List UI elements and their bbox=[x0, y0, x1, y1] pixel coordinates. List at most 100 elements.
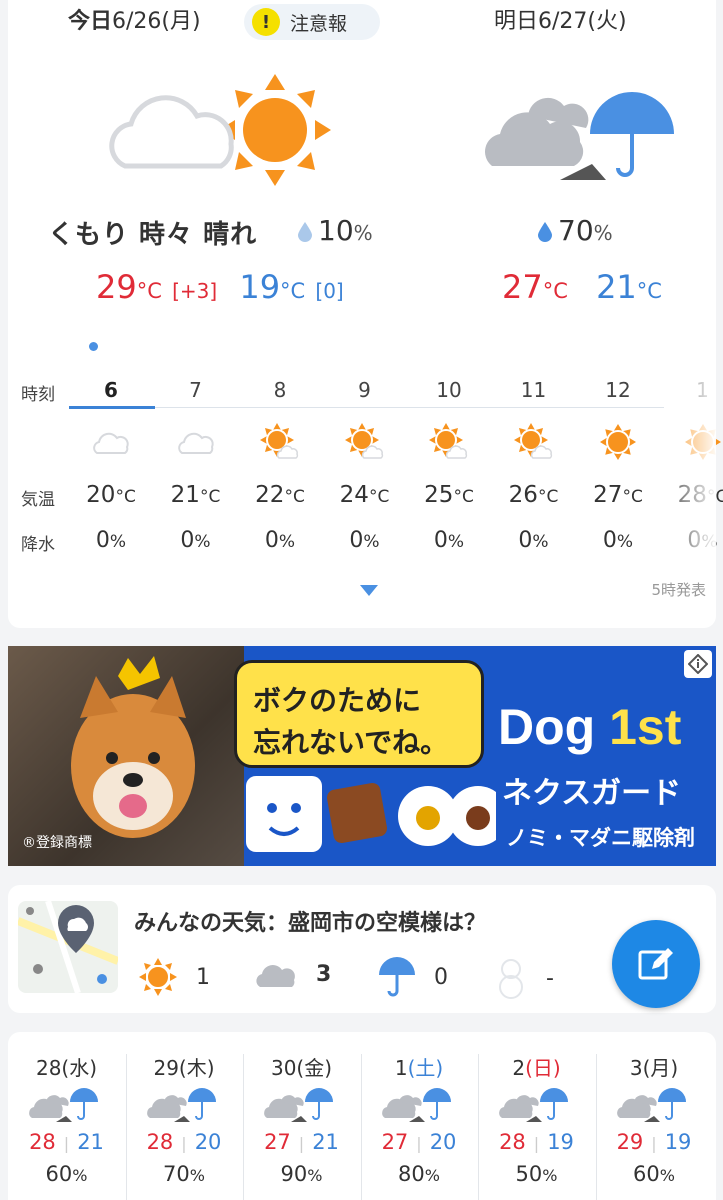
weekly-day[interactable]: 28(水) 28 | 21 60% bbox=[8, 1032, 125, 1200]
sun-cloud-icon bbox=[344, 423, 383, 459]
today-high-diff: [+3] bbox=[172, 279, 218, 303]
weekly-precip-value: 70 bbox=[163, 1162, 190, 1186]
weekly-day-number: 30 bbox=[270, 1056, 297, 1080]
hour-precip-value: 0 bbox=[518, 528, 533, 553]
precip-unit: % bbox=[542, 1166, 558, 1185]
tomorrow-weekday: (火) bbox=[587, 9, 627, 34]
weekly-day[interactable]: 30(金) 27 | 21 90% bbox=[243, 1032, 360, 1200]
hour-value: 9 bbox=[358, 378, 371, 402]
community-title: みんなの天気：盛岡市の空模様は？ bbox=[134, 911, 487, 936]
community-weather-card[interactable]: みんなの天気：盛岡市の空模様は？ 1 3 0 - bbox=[8, 885, 716, 1013]
temp-unit: °C bbox=[453, 487, 474, 507]
today-precip-unit: % bbox=[353, 221, 373, 245]
cloudy-then-rain-icon bbox=[264, 1088, 333, 1122]
hour-label: 6 bbox=[69, 378, 153, 402]
hour-label: 9 bbox=[323, 378, 407, 402]
community-rainy: 0 bbox=[378, 957, 448, 997]
hour-value: 12 bbox=[605, 378, 631, 402]
weekly-day-number: 29 bbox=[153, 1056, 179, 1080]
weekly-day[interactable]: 1(土) 27 | 20 80% bbox=[361, 1032, 478, 1200]
weekly-divider bbox=[595, 1054, 597, 1200]
cloud-icon bbox=[256, 965, 295, 987]
temp-unit: °C bbox=[136, 279, 162, 303]
weekly-precip: 50% bbox=[478, 1162, 595, 1186]
weekly-low: 21 bbox=[77, 1130, 104, 1154]
ad-brand-main: Dog bbox=[498, 699, 610, 755]
hour-value: 7 bbox=[189, 378, 202, 402]
today-date: 6/26 bbox=[112, 9, 162, 34]
precip-unit: % bbox=[189, 1166, 205, 1185]
temp-unit: °C bbox=[537, 487, 559, 507]
sunny-count: 1 bbox=[196, 964, 210, 990]
tomorrow-precip-unit: % bbox=[593, 221, 613, 245]
snowy-count: - bbox=[546, 965, 554, 991]
hour-weather-icon bbox=[492, 420, 576, 464]
weekly-divider bbox=[125, 1054, 127, 1200]
ad-bubble-line1: ボクのために bbox=[253, 684, 422, 717]
today-low: 19 bbox=[239, 268, 281, 306]
weekly-low: 21 bbox=[312, 1130, 339, 1154]
cloudy-then-rain-icon bbox=[616, 1088, 686, 1122]
hour-precip: 0% bbox=[69, 528, 153, 553]
weekly-day-number: 1 bbox=[394, 1056, 408, 1080]
temp-unit: °C bbox=[368, 487, 390, 507]
today-low-diff: [0] bbox=[315, 279, 344, 303]
post-weather-button[interactable] bbox=[612, 920, 700, 1008]
ad-banner[interactable]: ®登録商標 ボクのために 忘れないでね。 Dog 1st ネクスガード ノミ・マ… bbox=[8, 646, 716, 866]
weekly-high: 28 bbox=[146, 1130, 174, 1154]
hour-temp: 20°C bbox=[69, 482, 153, 508]
current-time-dot bbox=[89, 342, 98, 351]
weekly-date: 30(金) bbox=[243, 1052, 360, 1081]
precip-unit: % bbox=[278, 532, 296, 552]
tomorrow-header[interactable]: 明日6/27(火) bbox=[494, 6, 627, 38]
hour-precip: 0% bbox=[407, 528, 491, 553]
weekly-precip-value: 50 bbox=[515, 1162, 543, 1186]
hour-temp-value: 24 bbox=[339, 482, 369, 508]
hour-temp: 27°C bbox=[576, 482, 660, 508]
precip-unit: % bbox=[307, 1166, 323, 1185]
precip-unit: % bbox=[194, 532, 211, 552]
map-thumbnail bbox=[18, 901, 118, 993]
weekly-high: 28 bbox=[499, 1130, 526, 1154]
hour-temp: 26°C bbox=[492, 482, 576, 508]
weekly-divider bbox=[478, 1054, 479, 1200]
weekly-forecast[interactable]: 28(水) 28 | 21 60% 29(木) 28 | 20 70% 30(金) bbox=[8, 1032, 716, 1200]
forecast-card: 今日6/26(月) ! 注意報 明日6/27(火) くもり 時々 晴れ 10% … bbox=[8, 0, 723, 628]
tomorrow-temps: 27°C 21°C bbox=[502, 268, 662, 306]
hour-temp: 25°C bbox=[407, 482, 491, 508]
cloudy-then-rain-icon bbox=[381, 1088, 451, 1122]
weekly-day[interactable]: 2(日) 28 | 19 50% bbox=[478, 1032, 595, 1200]
warning-badge[interactable]: ! 注意報 bbox=[244, 4, 380, 40]
weekly-weekday: (日) bbox=[525, 1056, 561, 1080]
hour-temp: 22°C bbox=[238, 482, 322, 508]
weekly-day[interactable]: 3(月) 29 | 19 60% bbox=[596, 1032, 713, 1200]
weekly-day[interactable]: 29(木) 28 | 20 70% bbox=[126, 1032, 243, 1200]
precip-unit: % bbox=[109, 532, 127, 552]
tomorrow-date: 6/27 bbox=[538, 9, 588, 34]
tomorrow-low: 21 bbox=[596, 268, 637, 306]
weekly-low: 20 bbox=[194, 1130, 222, 1154]
today-temps: 29°C [+3] 19°C [0] bbox=[96, 268, 344, 306]
ad-speech-bubble: ボクのために 忘れないでね。 bbox=[234, 660, 484, 768]
community-sunny: 1 bbox=[138, 957, 210, 997]
hour-precip-value: 0 bbox=[264, 528, 279, 553]
hour-precip: 0% bbox=[238, 528, 322, 553]
ad-info-icon[interactable] bbox=[684, 650, 712, 678]
weekly-precip: 70% bbox=[126, 1162, 243, 1186]
issued-time: 5時発表 bbox=[651, 581, 706, 599]
hour-precip-value: 0 bbox=[602, 528, 617, 553]
precip-unit: % bbox=[424, 1166, 440, 1185]
today-header[interactable]: 今日6/26(月) bbox=[68, 6, 201, 38]
hour-temp-value: 21 bbox=[170, 482, 200, 508]
temp-unit: °C bbox=[280, 279, 306, 303]
cloudy-count: 3 bbox=[316, 961, 332, 987]
hour-precip: 0% bbox=[492, 528, 576, 553]
weekly-precip-value: 60 bbox=[633, 1162, 660, 1186]
weekly-high: 27 bbox=[381, 1130, 409, 1154]
ad-bubble-line2: 忘れないでね。 bbox=[253, 726, 449, 759]
current-hour-indicator bbox=[69, 406, 155, 409]
expand-arrow-icon[interactable] bbox=[360, 585, 378, 596]
cloudy-then-rain-icon bbox=[146, 1088, 216, 1122]
weekly-date: 3(月) bbox=[596, 1052, 713, 1081]
temp-unit: °C bbox=[284, 487, 305, 507]
